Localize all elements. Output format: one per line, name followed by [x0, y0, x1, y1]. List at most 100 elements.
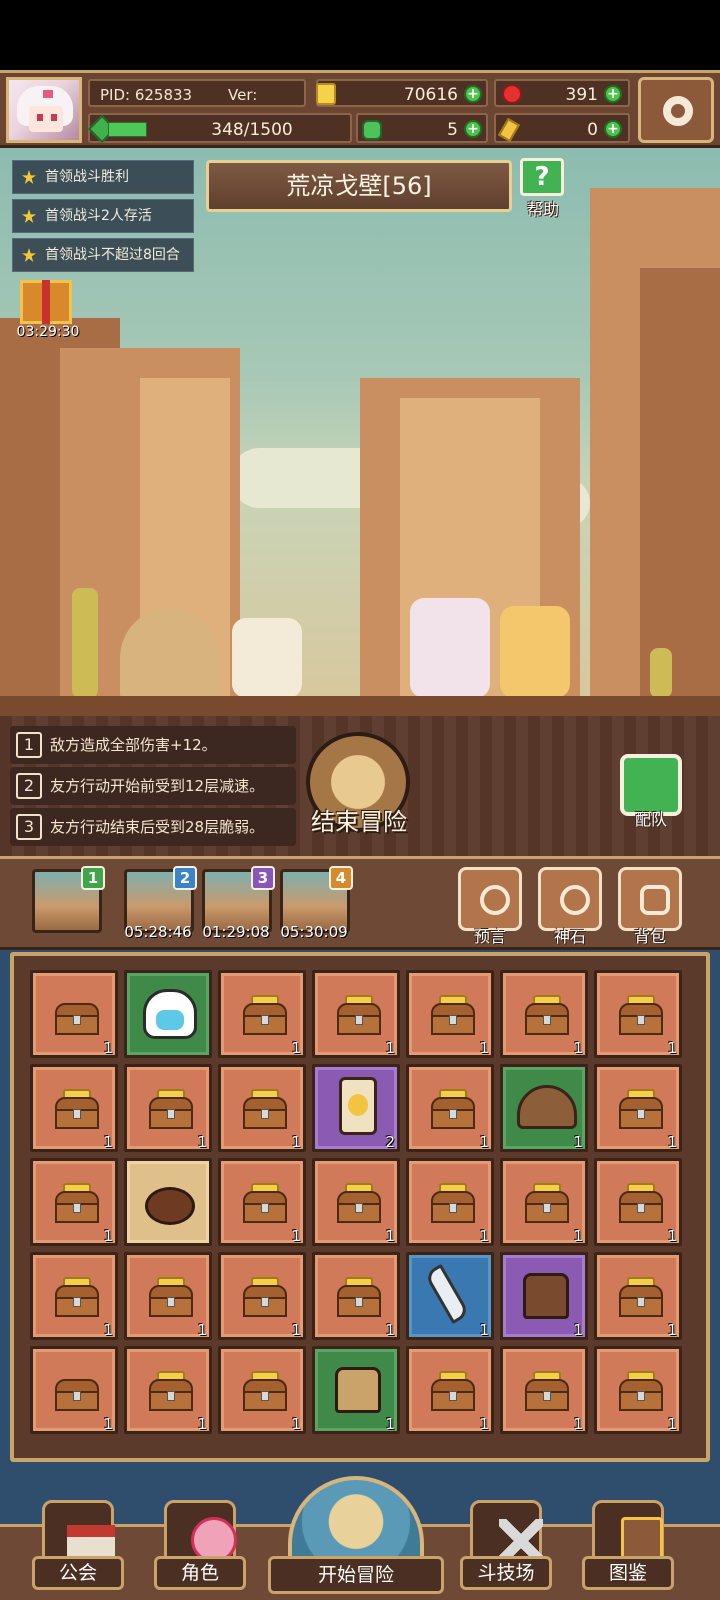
inventory-slot[interactable]: 1 — [312, 970, 400, 1058]
inventory-slot[interactable]: 1 — [406, 1252, 494, 1340]
crystal-ball-icon — [480, 885, 510, 915]
inventory-slot[interactable]: 1 — [30, 1158, 118, 1246]
inventory-slot[interactable]: 1 — [124, 1064, 212, 1152]
inventory-slot[interactable]: 1 — [30, 1064, 118, 1152]
inventory-slot[interactable]: 1 — [406, 1158, 494, 1246]
inventory-slot[interactable]: 1 — [312, 1158, 400, 1246]
add-keys-button[interactable]: + — [604, 120, 622, 138]
inventory-slot[interactable]: 1 — [30, 1346, 118, 1434]
inventory-slot[interactable]: 1 — [30, 970, 118, 1058]
add-gems-button[interactable]: + — [604, 85, 622, 103]
ground — [0, 696, 720, 716]
inventory-slot[interactable]: 1 — [218, 1158, 306, 1246]
hero-character[interactable] — [410, 598, 490, 698]
inventory-slot[interactable]: 1 — [218, 1252, 306, 1340]
clover-amount: 5 — [447, 120, 458, 140]
hero-character[interactable] — [232, 618, 302, 698]
gold-chest-icon — [617, 1089, 665, 1129]
avatar-face — [29, 106, 63, 132]
gold-chest-icon — [617, 1183, 665, 1223]
inventory-slot[interactable]: 1 — [30, 1252, 118, 1340]
inventory-slot[interactable] — [124, 1158, 212, 1246]
inventory-slot[interactable]: 1 — [312, 1252, 400, 1340]
gold-chest-icon — [53, 1277, 101, 1317]
bottom-navigation: 公会 角色 开始冒险 斗技场 图鉴 — [0, 1474, 720, 1600]
backpack-button[interactable]: 背包 — [616, 867, 686, 946]
adventure-slot[interactable]: 1 — [32, 866, 105, 933]
camp-tent — [120, 608, 220, 698]
game-screen: { "header": { "pid": "PID: 625833", "ver… — [0, 0, 720, 1600]
gold-chest-icon — [241, 995, 289, 1035]
item-quantity: 1 — [197, 1415, 207, 1433]
nav-arena[interactable]: 斗技场 — [458, 1496, 554, 1600]
avatar-bow — [43, 90, 53, 98]
gem-panel: 391 + — [494, 79, 630, 107]
item-quantity: 1 — [479, 1227, 489, 1245]
player-avatar[interactable] — [6, 77, 82, 143]
gold-chest-icon — [147, 1089, 195, 1129]
gold-chest-icon — [53, 1183, 101, 1223]
nav-start-adventure[interactable]: 开始冒险 — [268, 1476, 444, 1600]
star-icon — [22, 248, 36, 262]
inventory-slot[interactable]: 1 — [406, 1064, 494, 1152]
item-quantity: 1 — [385, 1227, 395, 1245]
prophecy-box — [458, 867, 522, 931]
item-quantity: 1 — [573, 1415, 583, 1433]
help-button[interactable]: ? 帮助 — [516, 158, 570, 219]
inventory-slot[interactable]: 1 — [500, 970, 588, 1058]
godstone-button[interactable]: 神石 — [536, 867, 606, 946]
item-quantity: 1 — [291, 1227, 301, 1245]
nav-guild[interactable]: 公会 — [30, 1496, 126, 1600]
item-quantity: 1 — [385, 1039, 395, 1057]
item-quantity: 1 — [667, 1227, 677, 1245]
inventory-slot[interactable]: 1 — [500, 1252, 588, 1340]
gold-chest-icon — [429, 1371, 477, 1411]
gift-ribbon — [42, 280, 50, 324]
inventory-slot[interactable]: 1 — [218, 970, 306, 1058]
inventory-slot[interactable]: 2 — [312, 1064, 400, 1152]
inventory-slot[interactable]: 1 — [500, 1064, 588, 1152]
inventory-slot[interactable]: 1 — [594, 1346, 682, 1434]
inventory-slot[interactable]: 1 — [124, 1346, 212, 1434]
item-quantity: 2 — [385, 1133, 395, 1151]
inventory-slot[interactable]: 1 — [124, 1252, 212, 1340]
item-quantity: 1 — [667, 1039, 677, 1057]
gold-chest-icon — [523, 1371, 571, 1411]
inventory-slot[interactable]: 1 — [500, 1158, 588, 1246]
backpack-label: 背包 — [633, 927, 666, 946]
buff-text: 友方行动结束后受到28层脆弱。 — [50, 818, 265, 836]
add-clover-button[interactable]: + — [464, 120, 482, 138]
inventory-slot[interactable]: 1 — [218, 1064, 306, 1152]
inventory-slot[interactable]: 1 — [406, 1346, 494, 1434]
inventory-slot[interactable]: 1 — [594, 1064, 682, 1152]
gift-box-button[interactable]: 03:29:30 — [16, 280, 79, 344]
inventory-slot[interactable]: 1 — [500, 1346, 588, 1434]
inventory-slot[interactable]: 1 — [594, 1158, 682, 1246]
inventory-slot[interactable] — [124, 970, 212, 1058]
gold-chest-icon — [241, 1089, 289, 1129]
avatar-eye — [37, 114, 43, 121]
nav-role[interactable]: 角色 — [152, 1496, 248, 1600]
buff-text: 敌方造成全部伤害+12。 — [50, 736, 217, 754]
inventory-slot[interactable]: 1 — [312, 1346, 400, 1434]
machete-icon — [423, 1263, 471, 1325]
clover-panel: 5 + — [356, 113, 488, 143]
prophecy-button[interactable]: 预言 — [456, 867, 526, 946]
end-adventure-button[interactable]: 结束冒险 — [300, 732, 418, 850]
slot-badge: 3 — [251, 866, 275, 890]
key-icon — [497, 117, 521, 143]
hero-character[interactable] — [500, 606, 570, 698]
add-gold-button[interactable]: + — [464, 85, 482, 103]
item-quantity: 1 — [479, 1415, 489, 1433]
nav-guild-label: 公会 — [32, 1556, 124, 1590]
inventory-slot[interactable]: 1 — [406, 970, 494, 1058]
settings-button[interactable] — [638, 77, 714, 143]
nav-codex[interactable]: 图鉴 — [580, 1496, 676, 1600]
adventure-slots-bar: 1 2 05:28:46 3 01:29:08 4 05:30:09 预言 神石… — [0, 856, 720, 950]
team-button[interactable]: 配队 — [618, 754, 688, 834]
inventory-slot[interactable]: 1 — [594, 970, 682, 1058]
godstone-box — [538, 867, 602, 931]
inventory-slot[interactable]: 1 — [218, 1346, 306, 1434]
inventory-slot[interactable]: 1 — [594, 1252, 682, 1340]
buff-panel: 1 敌方造成全部伤害+12。 2 友方行动开始前受到12层减速。 3 友方行动结… — [0, 716, 720, 856]
